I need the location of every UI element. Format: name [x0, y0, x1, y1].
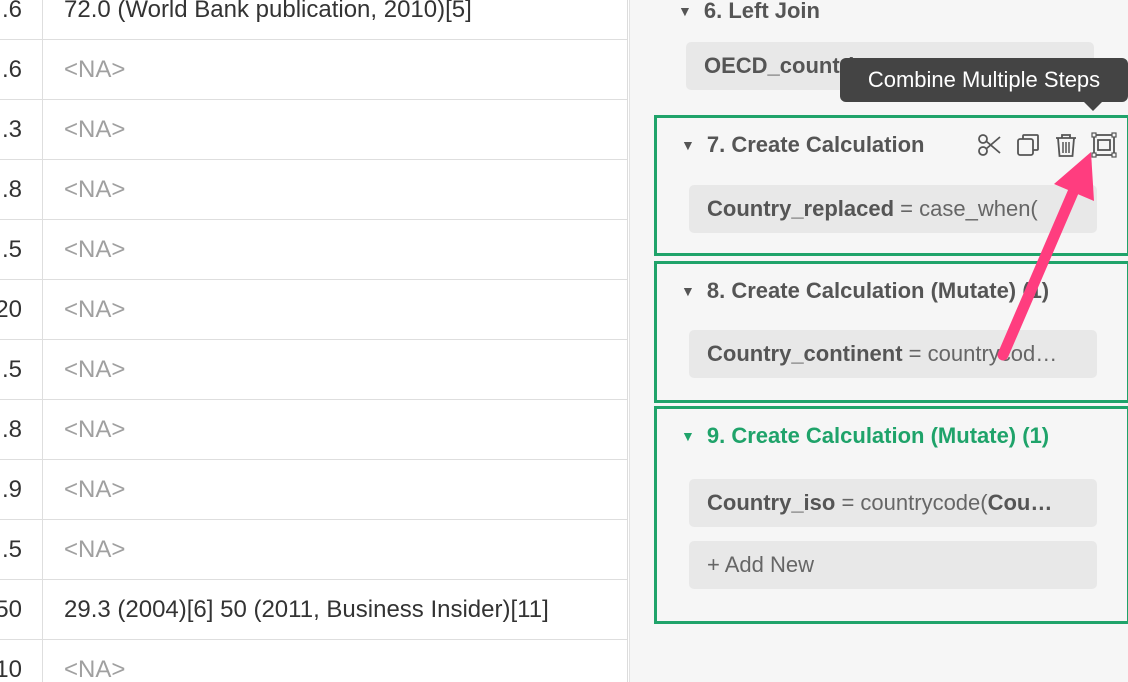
step-7-title: 7. Create Calculation: [706, 132, 925, 157]
steps-panel: ▼ 6. Left Join OECD_countries ▼ 7. Creat…: [629, 0, 1128, 682]
table-cell-value-text: .5: [1, 235, 22, 263]
data-table: .6 72.0 (World Bank publication, 2010)[5]…: [0, 0, 628, 682]
step-9[interactable]: ▼ 9. Create Calculation (Mutate) (1) Cou…: [654, 406, 1128, 624]
table-cell-text[interactable]: <NA>: [64, 236, 125, 264]
table-cell-text[interactable]: 29.3 (2004)[6] 50 (2011, Business Inside…: [64, 596, 549, 624]
table-cell-value-text: .6: [1, 0, 22, 23]
step-8-header[interactable]: ▼ 8. Create Calculation (Mutate) (1): [681, 278, 1049, 304]
table-cell-value-text: .9: [1, 475, 22, 503]
combine-steps-tooltip: Combine Multiple Steps: [840, 58, 1128, 111]
table-cell-value[interactable]: .6: [0, 0, 43, 39]
caret-down-icon[interactable]: ▼: [681, 283, 695, 299]
step-9-pill-value: = countrycode(: [835, 490, 988, 515]
table-row: 50 29.3 (2004)[6] 50 (2011, Business Insi…: [0, 580, 627, 640]
step-7-pill-value: = case_when(: [894, 196, 1038, 221]
step-9-pill-key: Country_iso: [707, 490, 836, 515]
table-cell-value-text: .8: [1, 175, 22, 203]
add-new-button[interactable]: + Add New: [689, 541, 1097, 589]
copy-icon[interactable]: [1015, 132, 1041, 158]
step-9-title: 9. Create Calculation (Mutate) (1): [706, 423, 1050, 448]
table-cell-value[interactable]: 10: [0, 640, 43, 682]
table-cell-value[interactable]: 50: [0, 580, 43, 639]
table-cell-value-text: .6: [1, 55, 22, 83]
table-cell-text[interactable]: <NA>: [64, 176, 125, 204]
table-cell-value[interactable]: 20: [0, 280, 43, 339]
table-row: .8 <NA>: [0, 160, 627, 220]
table-row: .3 <NA>: [0, 100, 627, 160]
table-cell-value[interactable]: .5: [0, 520, 43, 579]
step-7-pill[interactable]: Country_replaced = case_when(: [689, 185, 1097, 233]
step-7[interactable]: ▼ 7. Create Calculation Country_replaced…: [654, 115, 1128, 256]
table-row: .5 <NA>: [0, 220, 627, 280]
table-cell-value-text: 20: [0, 295, 22, 323]
step-7-actions: [977, 132, 1117, 158]
table-cell-text[interactable]: 72.0 (World Bank publication, 2010)[5]: [64, 0, 472, 24]
table-cell-text[interactable]: <NA>: [64, 656, 125, 682]
table-cell-text[interactable]: <NA>: [64, 116, 125, 144]
scissors-icon[interactable]: [977, 132, 1003, 158]
table-cell-text[interactable]: <NA>: [64, 416, 125, 444]
table-row: 10 <NA>: [0, 640, 627, 682]
trash-icon[interactable]: [1053, 132, 1079, 158]
table-cell-value-text: 10: [0, 655, 22, 682]
table-cell-text[interactable]: <NA>: [64, 296, 125, 324]
table-row: .5 <NA>: [0, 520, 627, 580]
caret-down-icon[interactable]: ▼: [681, 428, 695, 444]
table-cell-text[interactable]: <NA>: [64, 56, 125, 84]
table-cell-text[interactable]: <NA>: [64, 356, 125, 384]
table-row: 20 <NA>: [0, 280, 627, 340]
table-row: .5 <NA>: [0, 340, 627, 400]
table-cell-value[interactable]: .8: [0, 160, 43, 219]
step-8-pill[interactable]: Country_continent = countrycod…: [689, 330, 1097, 378]
step-6-title: 6. Left Join: [703, 0, 820, 23]
step-7-header[interactable]: ▼ 7. Create Calculation: [681, 132, 925, 158]
table-row: .8 <NA>: [0, 400, 627, 460]
table-cell-value-text: .5: [1, 535, 22, 563]
step-9-pill-key2: Cou…: [987, 490, 1053, 515]
step-8-title: 8. Create Calculation (Mutate) (1): [706, 278, 1050, 303]
step-8[interactable]: ▼ 8. Create Calculation (Mutate) (1) Cou…: [654, 261, 1128, 403]
step-9-pill[interactable]: Country_iso = countrycode(Cou…: [689, 479, 1097, 527]
caret-down-icon[interactable]: ▼: [681, 137, 695, 153]
table-cell-value[interactable]: .8: [0, 400, 43, 459]
step-9-header[interactable]: ▼ 9. Create Calculation (Mutate) (1): [681, 423, 1049, 449]
table-cell-value[interactable]: .3: [0, 100, 43, 159]
step-7-pill-key: Country_replaced: [707, 196, 895, 221]
table-cell-text[interactable]: <NA>: [64, 536, 125, 564]
table-cell-value-text: 50: [0, 595, 22, 623]
table-cell-value[interactable]: .9: [0, 460, 43, 519]
caret-down-icon[interactable]: ▼: [678, 3, 692, 19]
table-cell-value-text: .5: [1, 355, 22, 383]
step-8-pill-key: Country_continent: [707, 341, 903, 366]
table-row: .6 <NA>: [0, 40, 627, 100]
table-row: .9 <NA>: [0, 460, 627, 520]
table-cell-value[interactable]: .6: [0, 40, 43, 99]
combine-steps-icon[interactable]: [1091, 132, 1117, 158]
table-cell-value-text: .8: [1, 415, 22, 443]
table-row: .6 72.0 (World Bank publication, 2010)[5]: [0, 0, 627, 40]
table-cell-text[interactable]: <NA>: [64, 476, 125, 504]
table-cell-value[interactable]: .5: [0, 220, 43, 279]
step-8-pill-value: = countrycod…: [902, 341, 1058, 366]
step-6-header[interactable]: ▼ 6. Left Join: [678, 0, 820, 24]
table-cell-value[interactable]: .5: [0, 340, 43, 399]
table-cell-value-text: .3: [1, 115, 22, 143]
